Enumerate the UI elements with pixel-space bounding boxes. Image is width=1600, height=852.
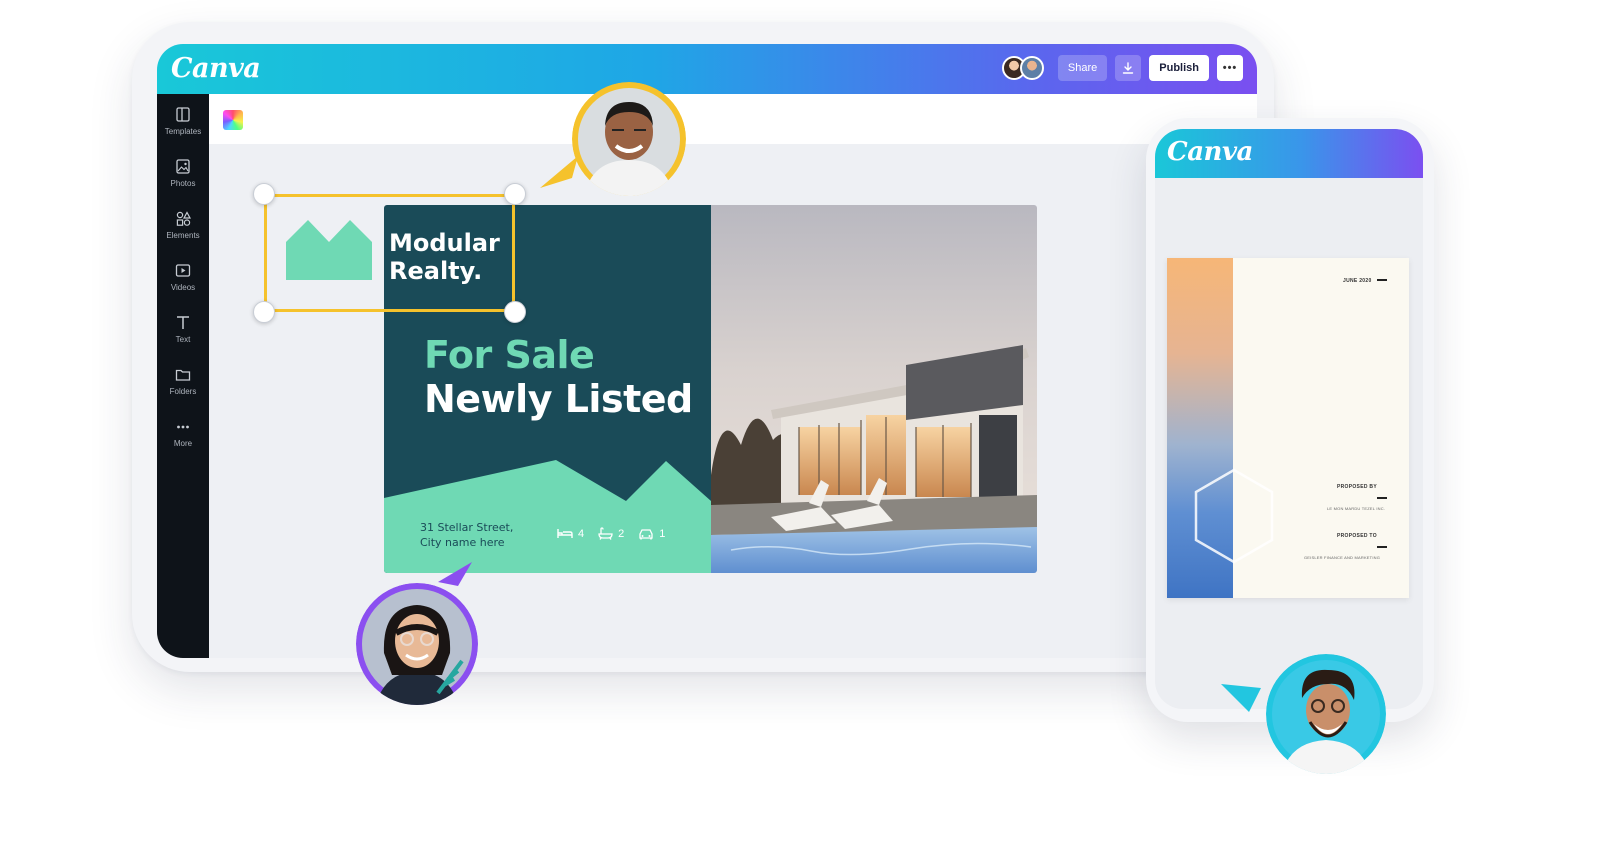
divider — [1377, 497, 1387, 499]
canva-logo[interactable]: Canva — [171, 53, 261, 84]
collaborator-avatar-cyan[interactable] — [1266, 654, 1386, 774]
folder-icon — [175, 369, 191, 381]
sidebar-item-videos[interactable]: Videos — [157, 262, 209, 292]
hexagon-graphic — [1194, 468, 1274, 564]
collaborator-avatars[interactable] — [1001, 56, 1044, 80]
bathroom-count: 2 — [618, 527, 625, 540]
sidebar-item-folders[interactable]: Folders — [157, 366, 209, 396]
sidebar-item-label: Text — [175, 335, 191, 344]
editor-toolbar — [209, 94, 1257, 144]
proposed-by-label: PROPOSED BY — [1337, 484, 1377, 490]
divider — [1377, 546, 1387, 548]
proposed-by-value: LE MON MARDU TEZEL INC. — [1327, 506, 1386, 511]
amenity-bedrooms[interactable]: 4 — [557, 527, 584, 540]
elements-icon — [176, 211, 192, 226]
download-icon — [1123, 62, 1134, 74]
sidebar-item-label: Photos — [170, 179, 196, 188]
bed-icon — [557, 529, 573, 538]
bathtub-icon — [598, 527, 613, 540]
bedroom-count: 4 — [578, 527, 585, 540]
phone-screen: Canva JUNE 2020 PROPOSED BY LE MON MARDU… — [1155, 129, 1423, 709]
sidebar-item-label: Templates — [164, 127, 202, 136]
sidebar-item-templates[interactable]: Templates — [157, 106, 209, 136]
text-icon — [177, 316, 189, 329]
resize-handle-bottom-left[interactable] — [253, 301, 275, 323]
videos-icon — [175, 264, 191, 277]
editor-sidebar: Templates Photos Elements Videos Text Fo… — [157, 94, 209, 658]
phone-topbar: Canva — [1155, 129, 1423, 178]
resize-handle-top-left[interactable] — [253, 183, 275, 205]
sidebar-item-label: Elements — [166, 231, 200, 240]
resize-handle-bottom-right[interactable] — [504, 301, 526, 323]
headline-newly-listed[interactable]: Newly Listed — [424, 377, 693, 421]
resize-handle-top-right[interactable] — [504, 183, 526, 205]
color-picker-button[interactable] — [223, 110, 243, 130]
amenity-parking[interactable]: 1 — [638, 527, 665, 540]
more-icon — [177, 425, 189, 429]
sidebar-item-label: Folders — [169, 387, 197, 396]
collaborator-cursor-cyan — [1221, 684, 1261, 712]
property-photo[interactable] — [711, 205, 1037, 573]
sidebar-item-text[interactable]: Text — [157, 314, 209, 344]
collaborator-avatar-yellow[interactable] — [572, 82, 686, 196]
avatar[interactable] — [1019, 56, 1044, 80]
car-icon — [639, 528, 653, 539]
proposal-document[interactable]: JUNE 2020 PROPOSED BY LE MON MARDU TEZEL… — [1167, 258, 1409, 598]
date-dash — [1377, 279, 1387, 281]
share-button[interactable]: Share — [1057, 55, 1108, 81]
amenities-row: 4 2 1 — [557, 527, 665, 540]
photos-icon — [176, 159, 190, 174]
amenity-bathrooms[interactable]: 2 — [598, 527, 624, 540]
headline-for-sale[interactable]: For Sale — [424, 333, 595, 377]
publish-button[interactable]: Publish — [1149, 55, 1209, 81]
property-address[interactable]: 31 Stellar Street, City name here — [420, 520, 513, 550]
sidebar-item-photos[interactable]: Photos — [157, 158, 209, 188]
collaborator-avatar-purple[interactable] — [356, 583, 478, 705]
topbar-actions: Share Publish ••• — [1001, 55, 1243, 81]
sidebar-item-label: More — [173, 439, 193, 448]
proposed-to-value: GEISLER FINANCE AND MARKETING — [1304, 555, 1381, 560]
download-button[interactable] — [1115, 55, 1142, 81]
sidebar-item-label: Videos — [170, 283, 196, 292]
more-options-button[interactable]: ••• — [1217, 55, 1243, 81]
design-panel-left: Modular Realty. For Sale Newly Listed 31… — [384, 205, 711, 573]
sidebar-item-more[interactable]: More — [157, 418, 209, 448]
proposed-to-label: PROPOSED TO — [1337, 533, 1377, 539]
canva-logo-mobile[interactable]: Canva — [1167, 137, 1253, 167]
templates-icon — [176, 107, 190, 122]
document-date: JUNE 2020 — [1343, 278, 1372, 284]
real-estate-design[interactable]: Modular Realty. For Sale Newly Listed 31… — [384, 205, 1037, 573]
sidebar-item-elements[interactable]: Elements — [157, 210, 209, 240]
editor-topbar: Canva Share Publish ••• — [157, 44, 1257, 94]
brand-name[interactable]: Modular Realty. — [389, 229, 500, 285]
parking-count: 1 — [659, 527, 666, 540]
logo-mountain-icon[interactable] — [286, 220, 372, 280]
